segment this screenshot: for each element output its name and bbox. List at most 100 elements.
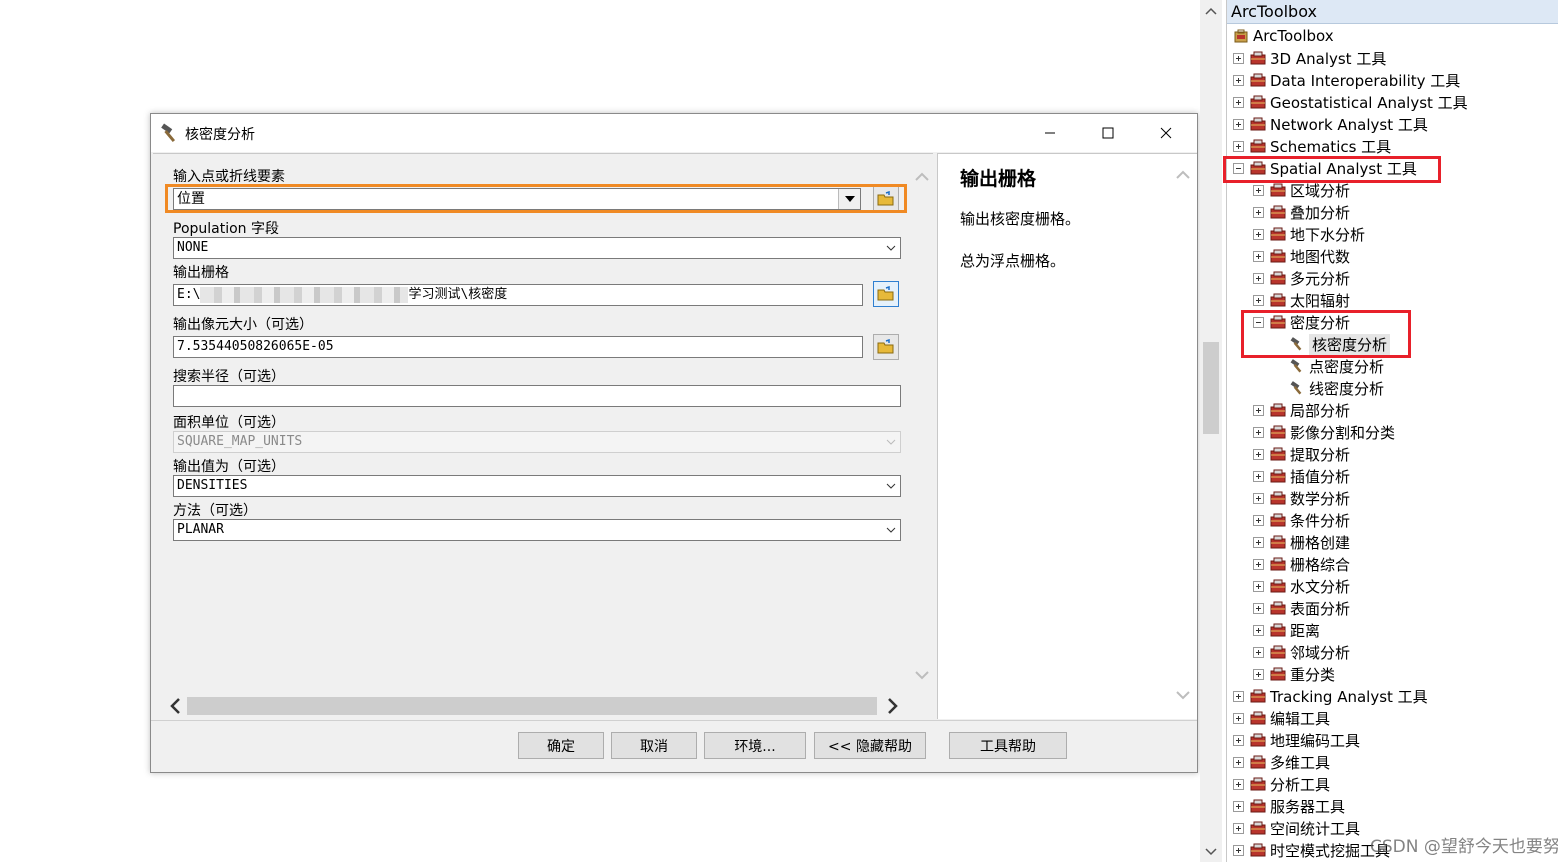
tree-item-label: 栅格创建 [1290, 533, 1351, 552]
expand-icon[interactable] [1253, 206, 1264, 218]
expand-icon[interactable] [1233, 52, 1244, 64]
cell-size-input[interactable]: 7.53544050826065E-05 [173, 336, 863, 358]
horizontal-scroll-thumb[interactable] [187, 697, 877, 715]
minimize-button[interactable] [1021, 114, 1079, 152]
toolbox-vertical-scrollbar[interactable] [1200, 0, 1222, 862]
tree-item[interactable]: 3D Analyst 工具 [1233, 47, 1386, 69]
toolbox-root[interactable]: ArcToolbox [1233, 25, 1334, 47]
toolbox-icon [1250, 95, 1266, 109]
search-radius-input[interactable] [173, 385, 901, 407]
expand-icon[interactable] [1233, 844, 1244, 856]
expand-icon[interactable] [1253, 668, 1264, 680]
output-raster-input[interactable]: E:\ 学习测试\核密度 [173, 284, 863, 306]
maximize-button[interactable] [1079, 114, 1137, 152]
tree-item-label: 插值分析 [1290, 467, 1351, 486]
tree-item[interactable]: 条件分析 [1253, 509, 1350, 531]
expand-icon[interactable] [1253, 250, 1264, 262]
expand-icon[interactable] [1253, 624, 1264, 636]
expand-icon[interactable] [1253, 404, 1264, 416]
tree-item[interactable]: 提取分析 [1253, 443, 1350, 465]
dialog-titlebar[interactable]: 核密度分析 [151, 114, 1197, 152]
expand-icon[interactable] [1253, 228, 1264, 240]
expand-icon[interactable] [1253, 448, 1264, 460]
tree-item[interactable]: 多元分析 [1253, 267, 1350, 289]
tree-item-label: 提取分析 [1290, 445, 1351, 464]
tree-item[interactable]: Tracking Analyst 工具 [1233, 685, 1428, 707]
expand-icon[interactable] [1233, 822, 1244, 834]
expand-icon[interactable] [1253, 646, 1264, 658]
params-horizontal-scrollbar[interactable] [165, 696, 903, 716]
tree-item[interactable]: 服务器工具 [1233, 795, 1345, 817]
expand-icon[interactable] [1233, 800, 1244, 812]
tree-item[interactable]: 邻域分析 [1253, 641, 1350, 663]
expand-icon[interactable] [1233, 712, 1244, 724]
method-label: 方法（可选） [173, 503, 257, 519]
hide-help-button[interactable]: << 隐藏帮助 [814, 732, 926, 759]
tree-item[interactable]: 分析工具 [1233, 773, 1330, 795]
close-button[interactable] [1137, 114, 1195, 152]
tree-item[interactable]: 水文分析 [1253, 575, 1350, 597]
output-raster-browse-button[interactable] [873, 281, 899, 307]
tree-item[interactable]: 局部分析 [1253, 399, 1350, 421]
output-values-dropdown[interactable]: DENSITIES [173, 475, 901, 497]
tree-item[interactable]: 数学分析 [1253, 487, 1350, 509]
cancel-button[interactable]: 取消 [611, 732, 697, 759]
expand-icon[interactable] [1253, 272, 1264, 284]
tree-item[interactable]: Network Analyst 工具 [1233, 113, 1428, 135]
tree-item[interactable]: 叠加分析 [1253, 201, 1350, 223]
tree-item[interactable]: Schematics 工具 [1233, 135, 1391, 157]
tree-item[interactable]: Geostatistical Analyst 工具 [1233, 91, 1468, 113]
expand-icon[interactable] [1253, 426, 1264, 438]
chevron-up-icon [915, 172, 929, 181]
tree-item[interactable]: 距离 [1253, 619, 1320, 641]
expand-icon[interactable] [1233, 734, 1244, 746]
ok-button[interactable]: 确定 [518, 732, 604, 759]
expand-icon[interactable] [1253, 536, 1264, 548]
tree-item[interactable]: Data Interoperability 工具 [1233, 69, 1460, 91]
output-values-value: DENSITIES [177, 478, 248, 493]
expand-icon[interactable] [1233, 140, 1244, 152]
expand-icon[interactable] [1253, 558, 1264, 570]
tree-item[interactable]: 地理编码工具 [1233, 729, 1360, 751]
expand-icon[interactable] [1233, 118, 1244, 130]
expand-icon[interactable] [1253, 470, 1264, 482]
tree-item[interactable]: 插值分析 [1253, 465, 1350, 487]
toolbox-scroll-thumb[interactable] [1203, 342, 1219, 434]
expand-icon[interactable] [1253, 492, 1264, 504]
tree-item[interactable]: 线密度分析 [1289, 377, 1384, 399]
tree-item[interactable]: 栅格创建 [1253, 531, 1350, 553]
tree-item[interactable]: 时空模式挖掘工具 [1233, 839, 1390, 861]
tree-item[interactable]: 空间统计工具 [1233, 817, 1360, 839]
expand-icon[interactable] [1253, 294, 1264, 306]
tree-item[interactable]: 多维工具 [1233, 751, 1330, 773]
environments-button[interactable]: 环境... [704, 732, 806, 759]
tree-item[interactable]: 地下水分析 [1253, 223, 1365, 245]
output-values-label: 输出值为（可选） [173, 459, 285, 475]
tree-item[interactable]: 栅格综合 [1253, 553, 1350, 575]
tool-help-button[interactable]: 工具帮助 [949, 732, 1067, 759]
expand-icon[interactable] [1233, 74, 1244, 86]
expand-icon[interactable] [1233, 756, 1244, 768]
tree-item[interactable]: 编辑工具 [1233, 707, 1330, 729]
expand-icon[interactable] [1233, 96, 1244, 108]
params-vertical-scrollbar[interactable] [913, 156, 931, 686]
expand-icon[interactable] [1253, 602, 1264, 614]
tree-item[interactable]: 影像分割和分类 [1253, 421, 1395, 443]
expand-icon[interactable] [1253, 580, 1264, 592]
cell-size-browse-button[interactable] [873, 334, 899, 360]
method-dropdown[interactable]: PLANAR [173, 519, 901, 541]
tree-item[interactable]: 太阳辐射 [1253, 289, 1350, 311]
toolbox-icon [1250, 799, 1266, 813]
help-vertical-scrollbar[interactable] [1174, 154, 1194, 714]
tree-item[interactable]: 表面分析 [1253, 597, 1350, 619]
expand-icon[interactable] [1233, 690, 1244, 702]
hammer-icon [1290, 359, 1302, 373]
tree-item[interactable]: 重分类 [1253, 663, 1335, 685]
expand-icon[interactable] [1253, 184, 1264, 196]
tree-item[interactable]: 点密度分析 [1289, 355, 1384, 377]
population-field-dropdown[interactable]: NONE [173, 237, 901, 259]
expand-icon[interactable] [1233, 778, 1244, 790]
tree-item-label: 3D Analyst 工具 [1270, 49, 1387, 68]
expand-icon[interactable] [1253, 514, 1264, 526]
tree-item[interactable]: 地图代数 [1253, 245, 1350, 267]
